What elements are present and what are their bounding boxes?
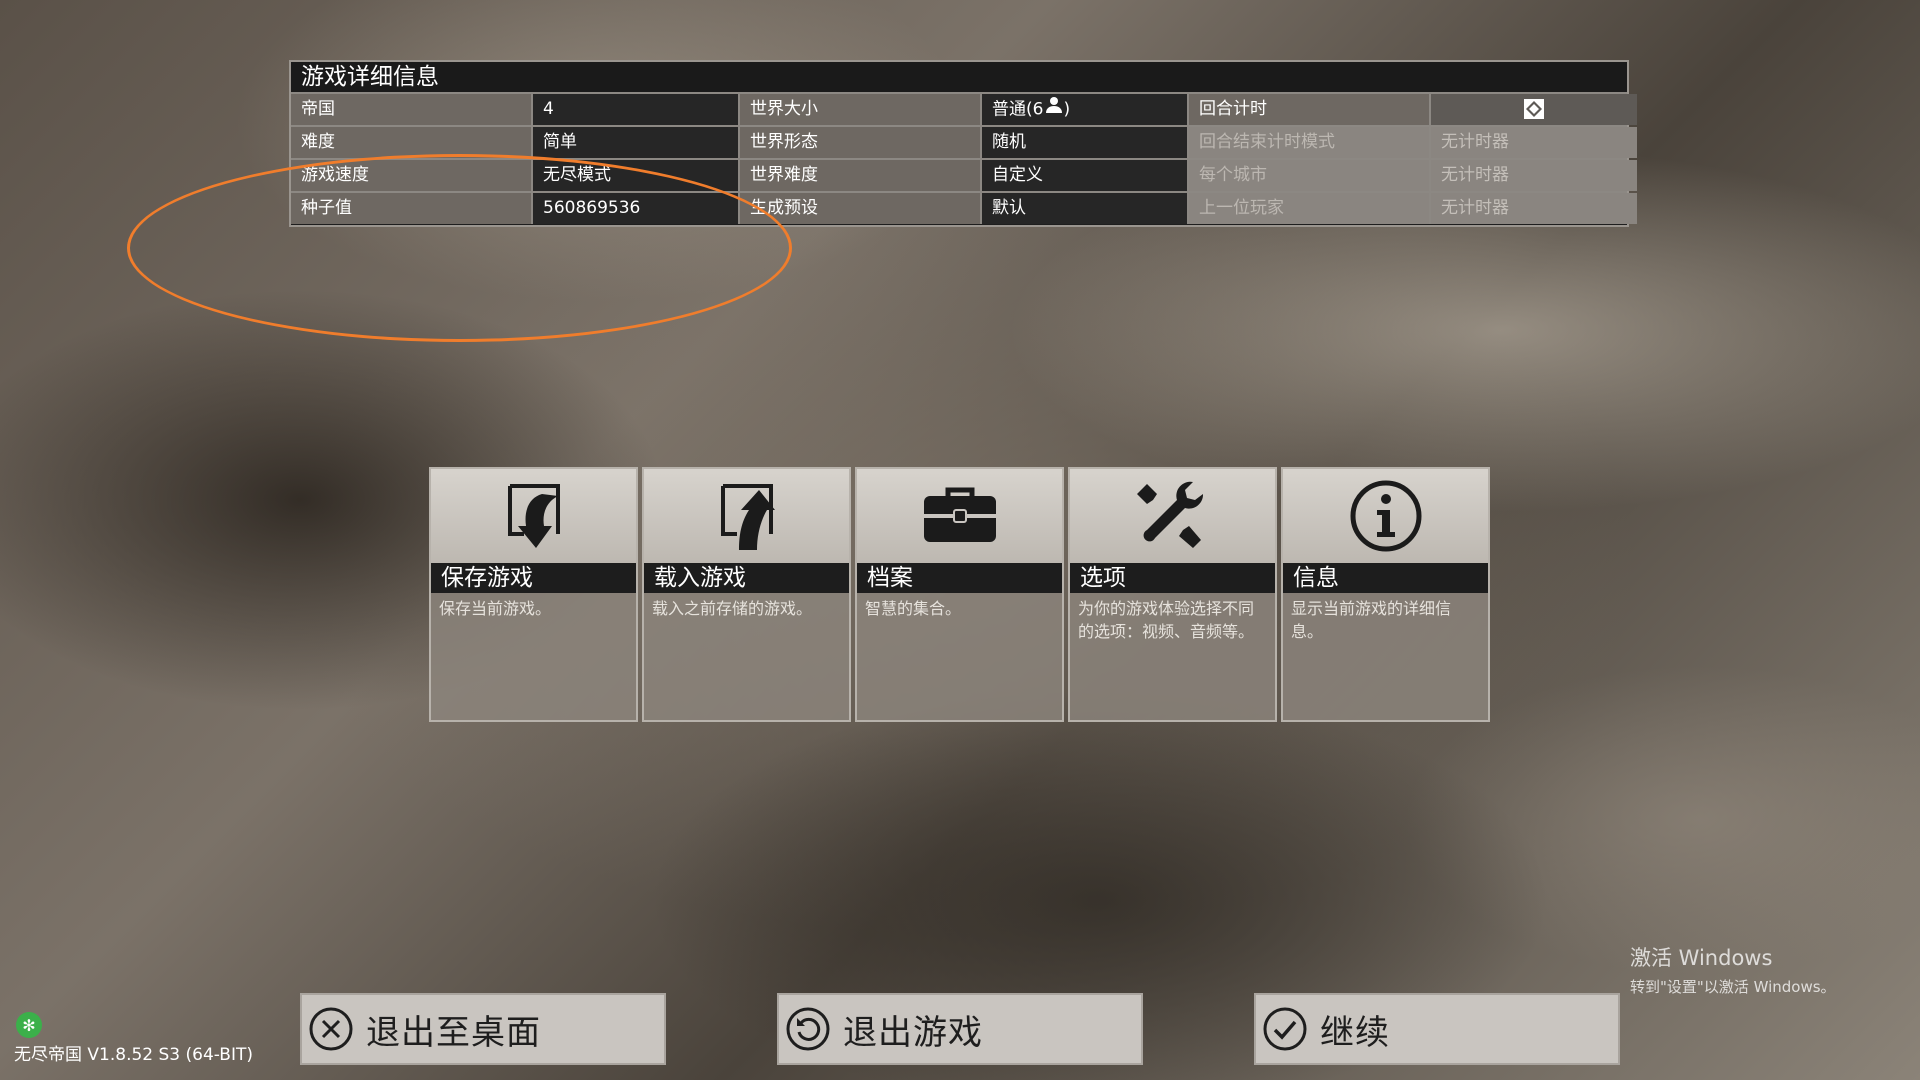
options-title: 选项 <box>1070 563 1275 593</box>
continue-button[interactable]: 继续 <box>1254 993 1620 1065</box>
load-icon <box>720 484 775 550</box>
label-turn-timer: 回合计时 <box>1189 94 1429 125</box>
save-icon <box>507 484 560 548</box>
highlight-ellipse <box>127 154 792 342</box>
windows-activation-watermark: 激活 Windows 转到"设置"以激活 Windows。 <box>1630 942 1836 997</box>
label-empires: 帝国 <box>291 94 531 125</box>
turn-timer-toggle[interactable] <box>1431 94 1637 125</box>
person-icon <box>1045 94 1063 125</box>
archive-title: 档案 <box>857 563 1062 593</box>
load-game-desc: 载入之前存储的游戏。 <box>652 599 813 618</box>
value-previous-player: 无计时器 <box>1431 193 1637 224</box>
load-game-title: 载入游戏 <box>644 563 849 593</box>
activate-subtitle: 转到"设置"以激活 Windows。 <box>1630 978 1836 996</box>
world-size-text: 普通(6 <box>992 99 1044 120</box>
briefcase-icon <box>923 487 996 542</box>
info-icon <box>1350 480 1421 552</box>
label-previous-player: 上一位玩家 <box>1189 193 1429 224</box>
label-world-difficulty: 世界难度 <box>740 160 980 191</box>
value-world-difficulty: 自定义 <box>982 160 1187 191</box>
save-game-title: 保存游戏 <box>431 563 636 593</box>
pause-menu: 保存游戏 保存当前游戏。 载入游戏 载入之前存储的游戏。 档案 智慧的集合。 选… <box>429 467 1490 722</box>
info-desc: 显示当前游戏的详细信息。 <box>1291 599 1452 641</box>
load-game-card[interactable]: 载入游戏 载入之前存储的游戏。 <box>642 467 851 722</box>
close-circle-icon <box>309 1007 353 1051</box>
check-circle-icon <box>1263 1007 1307 1051</box>
value-world-shape: 随机 <box>982 127 1187 158</box>
value-world-size: 普通(6) <box>982 94 1187 125</box>
save-game-card[interactable]: 保存游戏 保存当前游戏。 <box>429 467 638 722</box>
label-turn-end-mode: 回合结束计时模式 <box>1189 127 1429 158</box>
value-difficulty: 简单 <box>533 127 738 158</box>
label-world-shape: 世界形态 <box>740 127 980 158</box>
options-desc: 为你的游戏体验选择不同的选项：视频、音频等。 <box>1078 599 1255 641</box>
tools-icon <box>1136 481 1203 548</box>
archive-card[interactable]: 档案 智慧的集合。 <box>855 467 1064 722</box>
continue-label: 继续 <box>1320 1012 1390 1053</box>
exit-to-desktop-button[interactable]: 退出至桌面 <box>300 993 666 1065</box>
archive-desc: 智慧的集合。 <box>865 599 962 618</box>
panel-title: 游戏详细信息 <box>291 62 1627 94</box>
label-per-city: 每个城市 <box>1189 160 1429 191</box>
exit-game-label: 退出游戏 <box>843 1012 983 1053</box>
diamond-toggle-icon <box>1523 98 1545 120</box>
version-label: 无尽帝国 V1.8.52 S3 (64-BIT) <box>14 1045 254 1065</box>
value-per-city: 无计时器 <box>1431 160 1637 191</box>
label-world-size: 世界大小 <box>740 94 980 125</box>
undo-circle-icon <box>786 1007 830 1051</box>
value-generation-preset: 默认 <box>982 193 1187 224</box>
value-turn-end-mode: 无计时器 <box>1431 127 1637 158</box>
status-gear-icon[interactable]: ✻ <box>16 1012 42 1038</box>
activate-title: 激活 Windows <box>1630 946 1773 970</box>
save-game-desc: 保存当前游戏。 <box>439 599 552 618</box>
label-difficulty: 难度 <box>291 127 531 158</box>
exit-to-desktop-label: 退出至桌面 <box>366 1012 541 1053</box>
info-title: 信息 <box>1283 563 1488 593</box>
exit-game-button[interactable]: 退出游戏 <box>777 993 1143 1065</box>
value-empires: 4 <box>533 94 738 125</box>
info-card[interactable]: 信息 显示当前游戏的详细信息。 <box>1281 467 1490 722</box>
options-card[interactable]: 选项 为你的游戏体验选择不同的选项：视频、音频等。 <box>1068 467 1277 722</box>
